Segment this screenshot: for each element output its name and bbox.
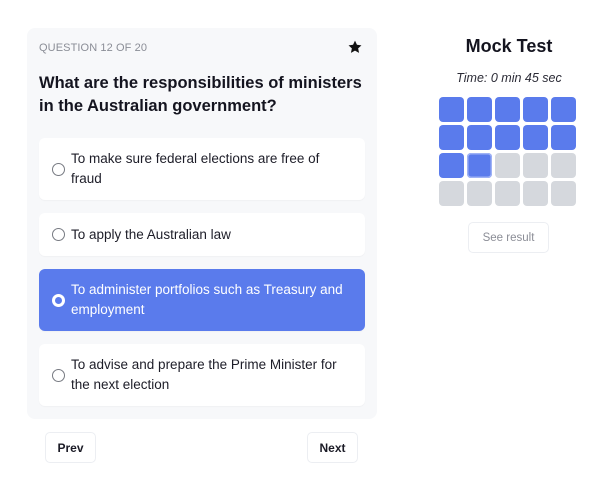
question-nav-cell-20[interactable] (551, 181, 576, 206)
question-title: What are the responsibilities of ministe… (39, 74, 362, 115)
radio-button[interactable] (52, 228, 65, 241)
question-nav-cell-2[interactable] (467, 97, 492, 122)
question-grid (439, 97, 576, 206)
question-nav-cell-18[interactable] (495, 181, 520, 206)
question-nav-cell-6[interactable] (439, 125, 464, 150)
question-nav-cell-14[interactable] (523, 153, 548, 178)
timer: Time: 0 min 45 sec (456, 71, 562, 85)
radio-button[interactable] (52, 368, 65, 382)
question-nav-cell-7[interactable] (467, 125, 492, 150)
radio-button-selected[interactable] (52, 293, 65, 307)
question-card: QUESTION 12 OF 20 What are the responsib… (27, 28, 377, 419)
star-icon[interactable] (347, 39, 363, 55)
question-nav-cell-12[interactable] (467, 153, 492, 178)
question-nav-cell-9[interactable] (523, 125, 548, 150)
answer-option-label: To make sure federal elections are free … (71, 151, 320, 186)
question-nav-cell-19[interactable] (523, 181, 548, 206)
question-nav-cell-1[interactable] (439, 97, 464, 122)
question-nav-cell-13[interactable] (495, 153, 520, 178)
answer-option-label: To advise and prepare the Prime Minister… (71, 357, 337, 392)
answer-option-4[interactable]: To advise and prepare the Prime Minister… (39, 344, 365, 406)
prev-button[interactable]: Prev (45, 432, 96, 463)
question-nav-cell-11[interactable] (439, 153, 464, 178)
answer-option-1[interactable]: To make sure federal elections are free … (39, 138, 365, 200)
see-result-button[interactable]: See result (468, 222, 549, 253)
question-nav-cell-15[interactable] (551, 153, 576, 178)
answer-option-2[interactable]: To apply the Australian law (39, 213, 365, 256)
question-nav-cell-8[interactable] (495, 125, 520, 150)
question-counter: QUESTION 12 OF 20 (39, 42, 148, 54)
question-nav-cell-5[interactable] (551, 97, 576, 122)
question-nav-cell-3[interactable] (495, 97, 520, 122)
next-button[interactable]: Next (307, 432, 358, 463)
question-nav-cell-4[interactable] (523, 97, 548, 122)
mock-test-title: Mock Test (465, 36, 553, 56)
answer-option-label: To administer portfolios such as Treasur… (71, 282, 343, 317)
answer-option-3[interactable]: To administer portfolios such as Treasur… (39, 269, 365, 331)
radio-button[interactable] (52, 162, 65, 176)
question-nav-cell-17[interactable] (467, 181, 492, 206)
answer-option-label: To apply the Australian law (71, 226, 231, 242)
question-nav-cell-16[interactable] (439, 181, 464, 206)
question-nav-cell-10[interactable] (551, 125, 576, 150)
